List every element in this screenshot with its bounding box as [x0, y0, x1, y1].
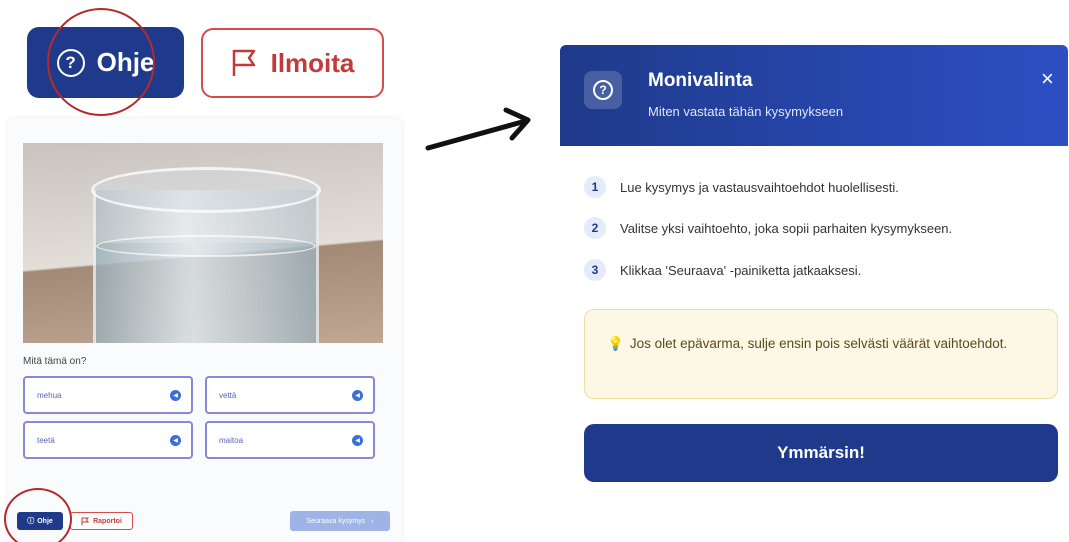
- flag-icon: [232, 49, 255, 76]
- modal-header: ? Monivalinta Miten vastata tähän kysymy…: [560, 45, 1068, 146]
- modal-subtitle: Miten vastata tähän kysymykseen: [648, 104, 844, 119]
- next-question-button[interactable]: Seuraava kysymys ›: [290, 511, 390, 531]
- report-button-zoomed[interactable]: Ilmoita: [201, 28, 384, 98]
- chevron-right-icon: ›: [371, 517, 374, 525]
- glass-of-water-image: [23, 143, 383, 343]
- annotation-circle: [47, 8, 155, 116]
- report-button[interactable]: Raportoi: [70, 512, 133, 530]
- instruction-step: 1 Lue kysymys ja vastausvaihtoehdot huol…: [584, 176, 899, 198]
- lightbulb-icon: 💡: [607, 336, 624, 351]
- annotation-circle: [4, 488, 72, 542]
- tip-box: 💡 Jos olet epävarma, sulje ensin pois sel…: [584, 309, 1058, 399]
- speaker-icon[interactable]: ◀: [170, 389, 181, 401]
- confirm-button[interactable]: Ymmärsin!: [584, 424, 1058, 482]
- flag-icon: [81, 517, 90, 525]
- speaker-icon[interactable]: ◀: [352, 389, 363, 401]
- modal-title: Monivalinta: [648, 70, 753, 91]
- tip-text: Jos olet epävarma, sulje ensin pois selv…: [629, 336, 1008, 351]
- answer-option[interactable]: teetä ◀: [23, 421, 193, 459]
- help-icon: ?: [584, 71, 622, 109]
- speaker-icon[interactable]: ◀: [170, 434, 181, 446]
- answer-option[interactable]: mehua ◀: [23, 376, 193, 414]
- instruction-step: 3 Klikkaa 'Seuraava' -painiketta jatkaak…: [584, 259, 861, 281]
- instruction-step: 2 Valitse yksi vaihtoehto, joka sopii pa…: [584, 217, 952, 239]
- help-modal: ? Monivalinta Miten vastata tähän kysymy…: [560, 45, 1068, 499]
- speaker-icon[interactable]: ◀: [352, 434, 363, 446]
- close-icon[interactable]: ×: [1041, 68, 1054, 90]
- answer-option[interactable]: vettä ◀: [205, 376, 375, 414]
- answer-option[interactable]: maitoa ◀: [205, 421, 375, 459]
- question-text: Mitä tämä on?: [23, 356, 87, 367]
- question-circle-icon: ?: [593, 80, 613, 100]
- report-label: Ilmoita: [270, 47, 355, 78]
- arrow-icon: [425, 107, 531, 151]
